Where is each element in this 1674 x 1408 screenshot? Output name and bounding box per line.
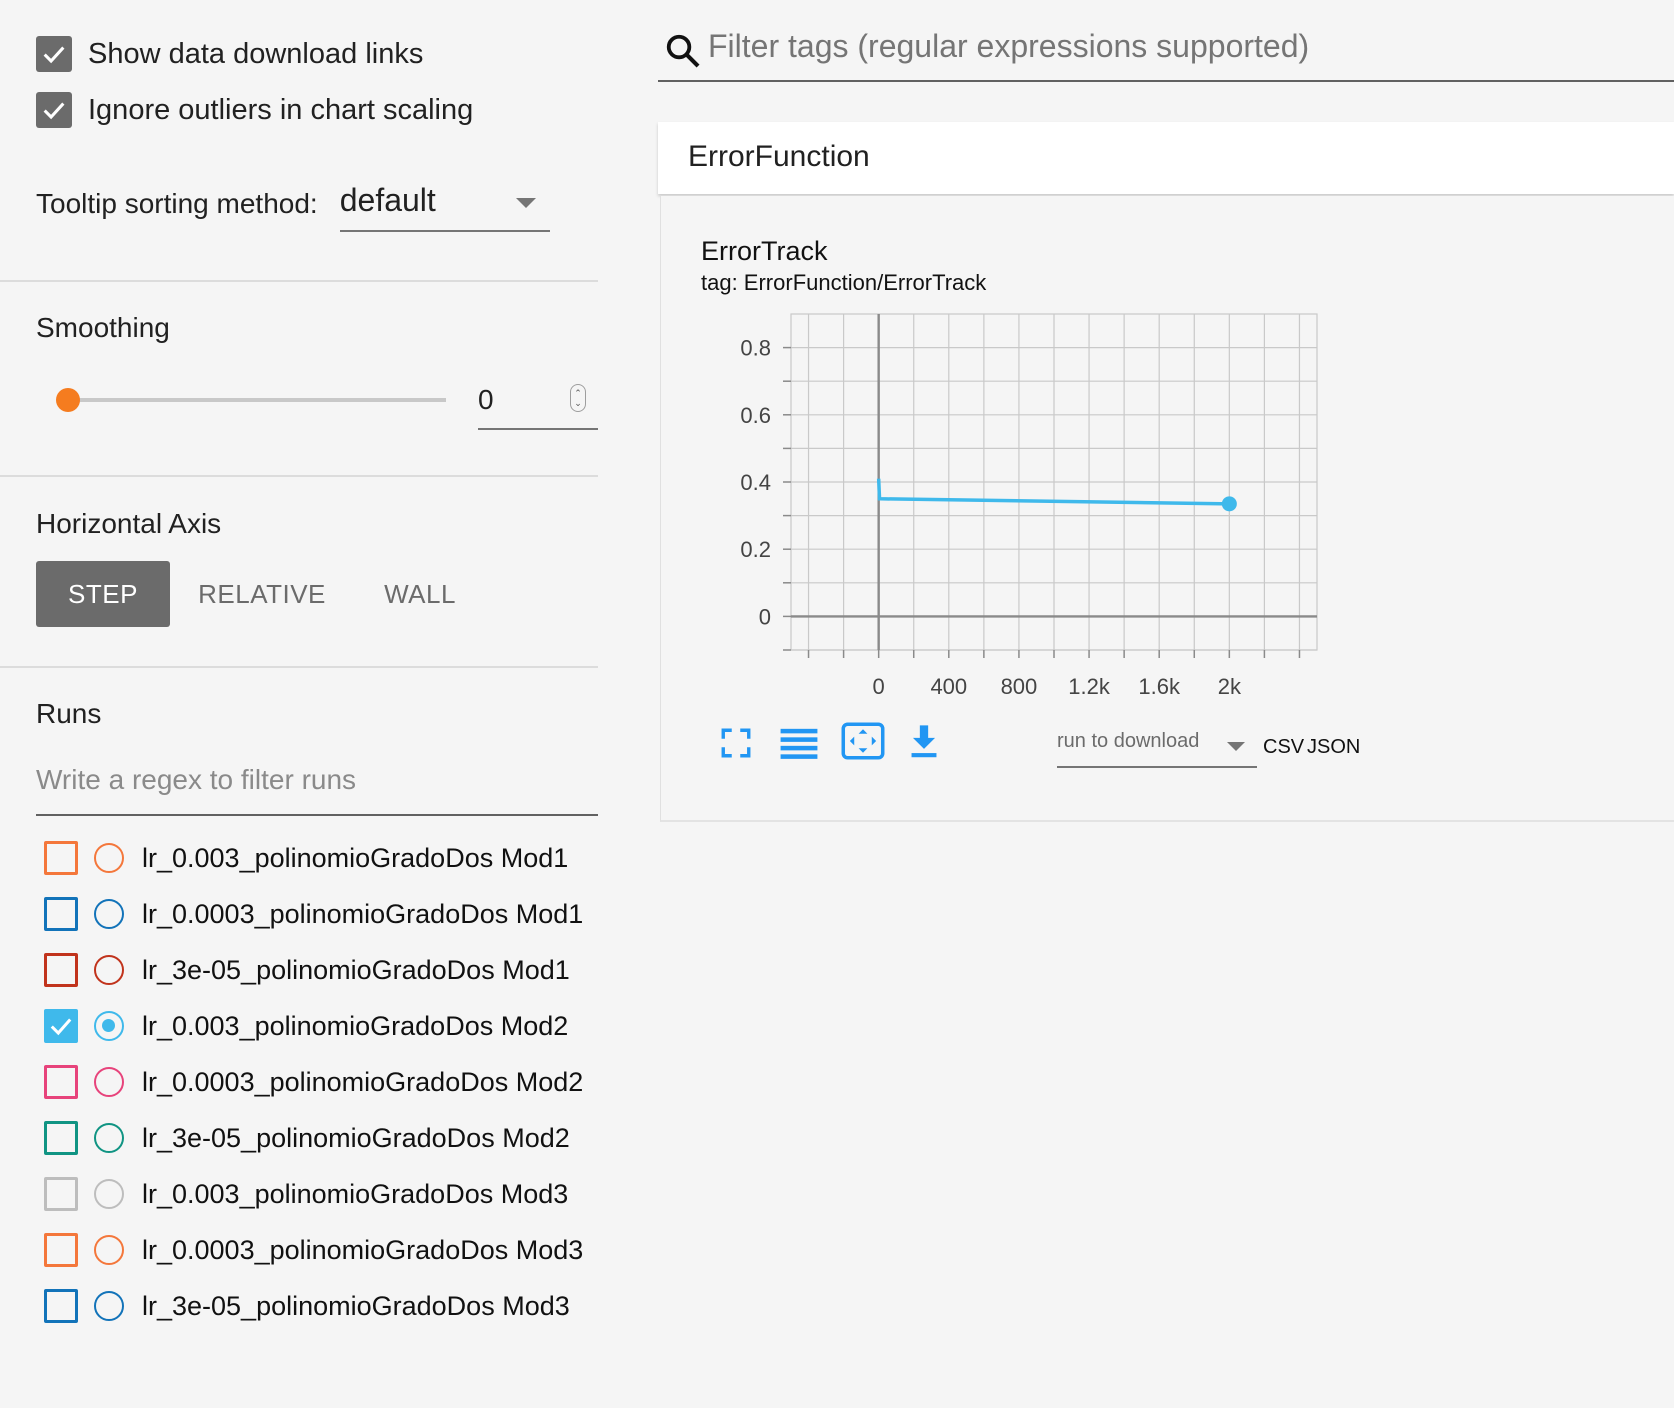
x-tick-label: 1.6k (1138, 674, 1181, 699)
run-checkbox[interactable] (44, 1289, 78, 1323)
sidebar: Show data download links Ignore outliers… (0, 0, 598, 1408)
run-item[interactable]: lr_0.003_polinomioGradoDos Mod1 (44, 840, 568, 876)
run-label: lr_3e-05_polinomioGradoDos Mod3 (142, 1290, 570, 1321)
run-checkbox[interactable] (44, 953, 78, 987)
ignore-outliers-label: Ignore outliers in chart scaling (88, 93, 474, 126)
run-item[interactable]: lr_0.0003_polinomioGradoDos Mod2 (44, 1064, 583, 1100)
radio-dot (102, 1019, 115, 1032)
y-tick-label: 0.2 (740, 537, 771, 562)
tag-filter-input[interactable]: Filter tags (regular expressions support… (658, 20, 1674, 82)
runs-title: Runs (36, 698, 102, 729)
spinner-arrows-icon[interactable]: ⌃ ⌄ (570, 384, 586, 412)
line-chart[interactable]: 0 0.2 0.4 0.6 0.8 0 400 800 1.2k 1.6k 2k (721, 306, 1341, 716)
run-item[interactable]: lr_0.003_polinomioGradoDos Mod3 (44, 1176, 568, 1212)
run-item[interactable]: lr_0.0003_polinomioGradoDos Mod3 (44, 1232, 583, 1268)
smoothing-slider-handle[interactable] (56, 388, 80, 412)
smoothing-value: 0 (478, 384, 494, 415)
chevron-down-icon (1227, 742, 1245, 751)
chart-tag: tag: ErrorFunction/ErrorTrack (701, 270, 987, 295)
axis-wall-button[interactable]: WALL (370, 561, 470, 627)
y-tick-label: 0.8 (740, 336, 771, 361)
run-radio[interactable] (94, 1235, 124, 1265)
show-download-links-label: Show data download links (88, 37, 424, 70)
smoothing-slider-track[interactable] (68, 398, 446, 402)
run-radio[interactable] (94, 1011, 124, 1041)
run-checkbox[interactable] (44, 1065, 78, 1099)
run-checkbox[interactable] (44, 1233, 78, 1267)
run-to-download-placeholder: run to download (1057, 730, 1200, 752)
x-tick-label: 1.2k (1068, 674, 1111, 699)
y-tick-label: 0 (759, 604, 771, 629)
tooltip-sorting-value: default (339, 182, 436, 218)
x-tick-label: 400 (930, 674, 967, 699)
x-tick-label: 800 (1001, 674, 1038, 699)
y-tick-label: 0.6 (740, 403, 771, 428)
y-tick-label: 0.4 (740, 470, 771, 495)
download-json-link[interactable]: JSON (1307, 736, 1360, 759)
run-item[interactable]: lr_0.0003_polinomioGradoDos Mod1 (44, 896, 583, 932)
divider (0, 666, 598, 668)
search-icon (666, 34, 700, 68)
tooltip-sorting-dropdown[interactable]: default (339, 176, 550, 232)
tooltip-sorting-row: Tooltip sorting method: default (36, 176, 550, 232)
chevron-down-icon (515, 198, 536, 208)
horizontal-axis-title: Horizontal Axis (36, 508, 222, 539)
run-label: lr_0.0003_polinomioGradoDos Mod2 (142, 1066, 584, 1097)
download-csv-link[interactable]: CSV (1263, 736, 1304, 759)
checkmark-icon (50, 1018, 72, 1036)
run-checkbox[interactable] (44, 897, 78, 931)
divider (0, 475, 598, 477)
smoothing-title: Smoothing (36, 312, 170, 343)
show-download-links-checkbox[interactable]: Show data download links (36, 36, 423, 72)
run-to-download-dropdown[interactable]: run to download (1057, 716, 1257, 768)
run-label: lr_3e-05_polinomioGradoDos Mod2 (142, 1122, 570, 1153)
run-label: lr_3e-05_polinomioGradoDos Mod1 (142, 954, 570, 985)
fit-domain-icon[interactable] (841, 722, 885, 760)
x-tick-label: 2k (1218, 674, 1242, 699)
run-radio[interactable] (94, 1291, 124, 1321)
run-label: lr_0.003_polinomioGradoDos Mod1 (142, 842, 569, 873)
checkbox-checked-icon[interactable] (36, 36, 72, 72)
chart-title: ErrorTrack (701, 236, 828, 266)
run-label: lr_0.003_polinomioGradoDos Mod2 (142, 1010, 569, 1041)
tooltip-sorting-label: Tooltip sorting method: (36, 188, 318, 219)
run-item[interactable]: lr_3e-05_polinomioGradoDos Mod1 (44, 952, 570, 988)
run-radio[interactable] (94, 1123, 124, 1153)
run-item[interactable]: lr_0.003_polinomioGradoDos Mod2 (44, 1008, 568, 1044)
fullscreen-icon[interactable] (719, 726, 753, 760)
main-panel: Filter tags (regular expressions support… (658, 0, 1674, 1408)
x-tick-label: 0 (873, 674, 885, 699)
run-radio[interactable] (94, 1179, 124, 1209)
run-label: lr_0.0003_polinomioGradoDos Mod3 (142, 1234, 584, 1265)
divider (0, 280, 598, 282)
run-radio[interactable] (94, 955, 124, 985)
run-radio[interactable] (94, 1067, 124, 1097)
ignore-outliers-checkbox[interactable]: Ignore outliers in chart scaling (36, 92, 473, 128)
run-checkbox[interactable] (44, 1177, 78, 1211)
download-icon[interactable] (907, 724, 941, 760)
axis-step-button[interactable]: STEP (36, 561, 170, 627)
run-checkbox[interactable] (44, 841, 78, 875)
series-last-point (1221, 496, 1237, 512)
runs-filter-input[interactable]: Write a regex to filter runs (36, 760, 598, 816)
scalar-chart-card: ErrorTrack tag: ErrorFunction/ErrorTrack… (660, 196, 1674, 822)
run-label: lr_0.0003_polinomioGradoDos Mod1 (142, 898, 584, 929)
run-radio[interactable] (94, 899, 124, 929)
run-label: lr_0.003_polinomioGradoDos Mod3 (142, 1178, 569, 1209)
smoothing-input[interactable]: 0 ⌃ ⌄ (478, 374, 598, 430)
run-item[interactable]: lr_3e-05_polinomioGradoDos Mod3 (44, 1288, 570, 1324)
run-checkbox[interactable] (44, 1009, 78, 1043)
checkbox-checked-icon[interactable] (36, 92, 72, 128)
run-checkbox[interactable] (44, 1121, 78, 1155)
run-item[interactable]: lr_3e-05_polinomioGradoDos Mod2 (44, 1120, 570, 1156)
tag-group-title: ErrorFunction (688, 140, 870, 173)
axis-relative-button[interactable]: RELATIVE (198, 561, 325, 627)
toggle-log-scale-icon[interactable] (779, 726, 819, 760)
runs-filter-placeholder: Write a regex to filter runs (36, 764, 357, 795)
tag-group-header[interactable]: ErrorFunction (658, 122, 1674, 194)
tag-filter-placeholder: Filter tags (regular expressions support… (708, 28, 1310, 64)
run-radio[interactable] (94, 843, 124, 873)
